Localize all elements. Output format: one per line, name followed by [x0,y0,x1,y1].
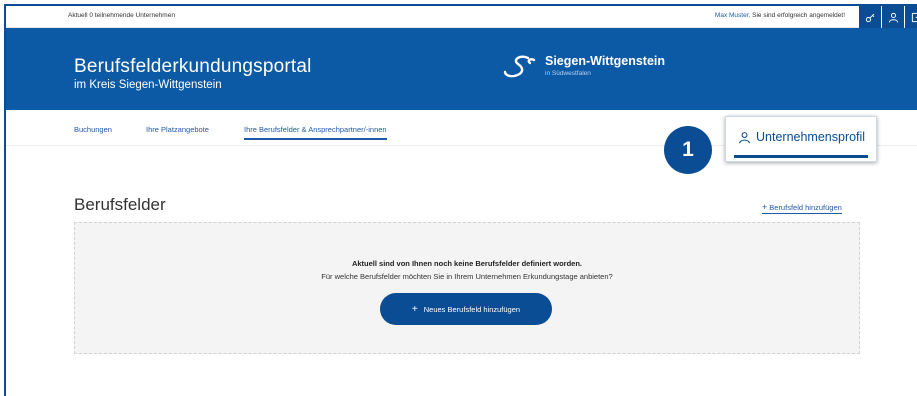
top-utility-bar: Aktuell 0 teilnehmende Unternehmen Max M… [6,6,917,28]
empty-state-heading: Aktuell sind von Ihnen noch keine Berufs… [351,259,583,268]
user-name-link[interactable]: Max Muster, [715,12,750,19]
plus-icon: + [411,303,418,315]
login-status: Max Muster, Sie sind erfolgreich angemel… [715,12,845,19]
callout-number-badge: 1 [664,126,712,174]
plus-icon: + [762,202,768,212]
district-logo-subtitle: in Südwestfalen [545,70,591,77]
district-logo[interactable]: Siegen-Wittgenstein in Südwestfalen [502,54,665,80]
user-icon [739,131,750,143]
participating-companies-text: Aktuell 0 teilnehmende Unternehmen [68,12,175,19]
new-occupational-field-label: Neues Berufsfeld hinzufügen [423,304,521,314]
add-occupational-field-link[interactable]: + Berufsfeld hinzufügen [762,202,842,214]
user-icon [888,12,898,22]
portal-subtitle: im Kreis Siegen-Wittgenstein [74,79,222,91]
key-icon [865,13,874,22]
company-profile-label: Unternehmensprofil [756,130,866,144]
site-header: Berufsfelderkundungsportal im Kreis Sieg… [6,28,917,110]
new-occupational-field-button[interactable]: + Neues Berufsfeld hinzufügen [380,293,552,325]
section-title: Berufsfelder [74,195,166,214]
logout-icon [911,12,917,22]
login-status-text: Sie sind erfolgreich angemeldet! [750,12,845,19]
logout-button[interactable] [905,6,917,28]
active-underline [734,155,868,158]
change-password-button[interactable] [859,6,881,28]
portal-title[interactable]: Berufsfelderkundungsportal [74,56,312,78]
page-frame: Aktuell 0 teilnehmende Unternehmen Max M… [4,4,917,396]
district-logo-mark-icon [503,55,536,78]
district-logo-name: Siegen-Wittgenstein [545,54,666,68]
company-profile-callout[interactable]: Unternehmensprofil [725,116,877,162]
empty-state-box: Aktuell sind von Ihnen noch keine Berufs… [74,222,860,354]
tab-platzangebote[interactable]: Ihre Platzangebote [146,125,209,134]
tab-berufsfelder[interactable]: Ihre Berufsfelder & Ansprechpartner/-inn… [244,125,387,140]
tab-buchungen[interactable]: Buchungen [74,125,112,134]
profile-button[interactable] [882,6,904,28]
empty-state-description: Für welche Berufsfelder möchten Sie in I… [321,272,613,281]
add-occupational-field-label: Berufsfeld hinzufügen [769,203,842,212]
